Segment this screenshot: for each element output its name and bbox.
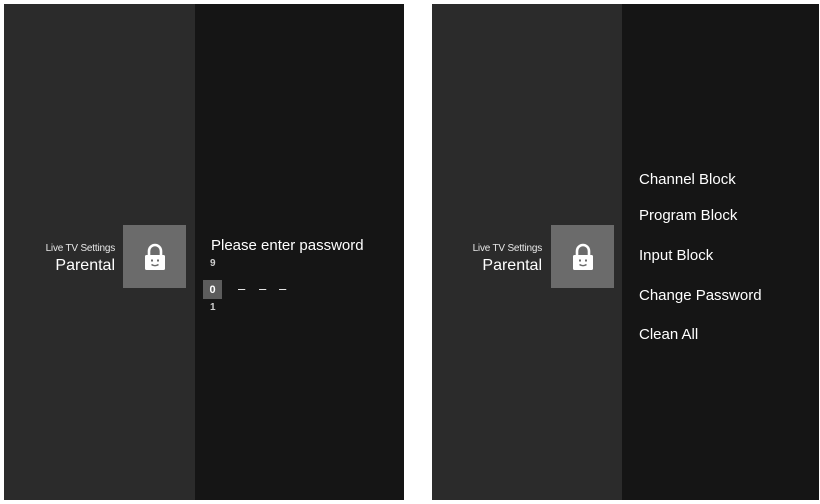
parental-lock-tile: [551, 225, 614, 288]
breadcrumb: Live TV Settings Parental: [45, 243, 116, 276]
page-title: Parental: [482, 257, 542, 274]
menu-item-program-block[interactable]: Program Block: [639, 207, 737, 224]
password-screen: Live TV Settings Parental Please enter p…: [4, 4, 404, 500]
parental-menu-screen: Live TV Settings Parental Channel Block …: [432, 4, 819, 500]
password-prompt: Please enter password: [211, 237, 364, 254]
menu-item-clean-all[interactable]: Clean All: [639, 326, 698, 343]
breadcrumb: Live TV Settings Parental: [472, 243, 543, 276]
digit-selector[interactable]: 0: [203, 280, 222, 299]
parental-lock-tile: [123, 225, 186, 288]
breadcrumb-parent: Live TV Settings: [472, 243, 543, 254]
password-slot-3: –: [259, 281, 267, 296]
menu-item-input-block[interactable]: Input Block: [639, 247, 713, 264]
password-slot-4: –: [279, 281, 287, 296]
password-slot-2: –: [238, 281, 246, 296]
digit-next[interactable]: 1: [210, 302, 216, 313]
lock-face-icon: [144, 243, 165, 270]
breadcrumb-parent: Live TV Settings: [45, 243, 116, 254]
digit-previous[interactable]: 9: [210, 258, 216, 269]
menu-item-channel-block[interactable]: Channel Block: [639, 171, 736, 188]
lock-face-icon: [572, 243, 593, 270]
menu-item-change-password[interactable]: Change Password: [639, 287, 762, 304]
page-title: Parental: [55, 257, 115, 274]
